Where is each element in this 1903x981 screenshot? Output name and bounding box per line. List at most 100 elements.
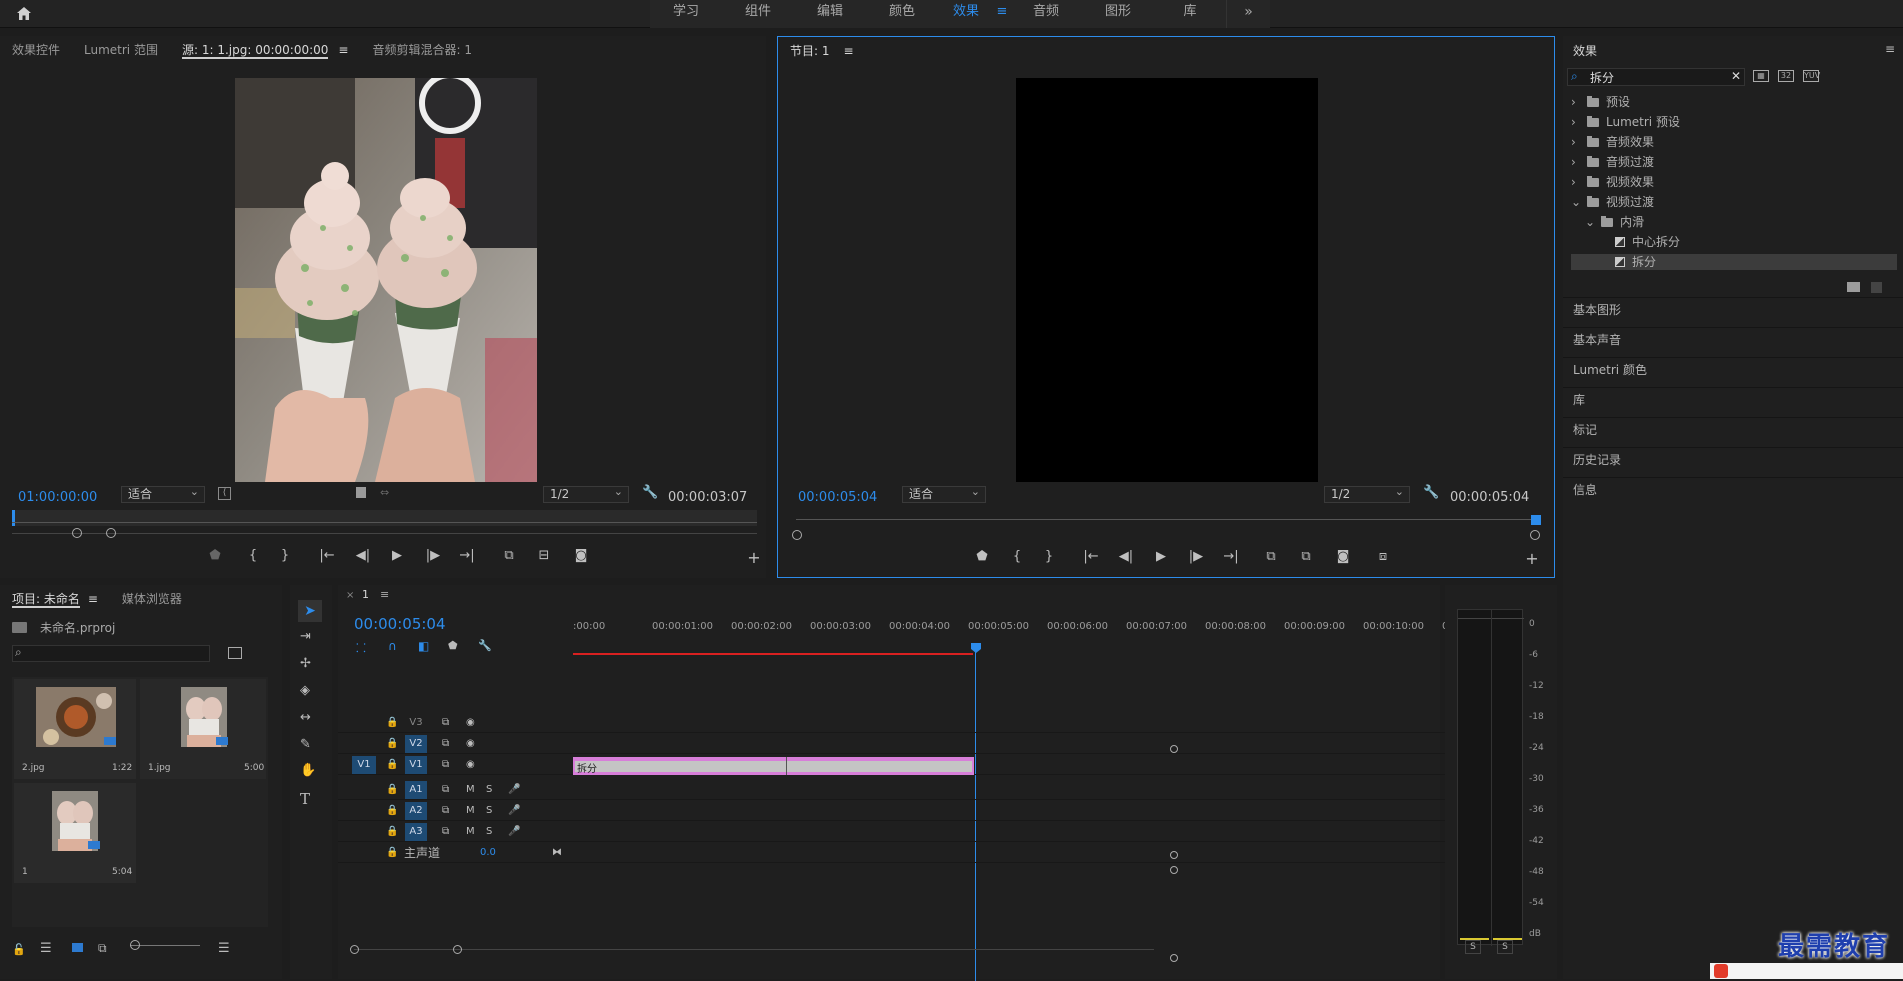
eye-icon[interactable]: ◉ xyxy=(466,713,475,733)
icon-view-icon[interactable] xyxy=(72,943,83,952)
project-item[interactable]: 1 5:04 xyxy=(14,783,136,883)
drag-video-icon[interactable]: ⇔ xyxy=(380,486,389,499)
program-menu-icon[interactable]: ≡ xyxy=(844,44,854,58)
source-playhead[interactable] xyxy=(12,510,15,526)
new-bin-icon[interactable] xyxy=(1847,282,1860,292)
source-time-ruler[interactable] xyxy=(12,510,757,526)
program-time-ruler[interactable] xyxy=(796,519,1534,520)
workspace-tab-audio[interactable]: 音频 xyxy=(1010,0,1082,28)
workspace-tab-libraries[interactable]: 库 xyxy=(1154,0,1226,28)
program-resolution-select[interactable]: 1/2 xyxy=(1324,484,1410,503)
insert-icon[interactable]: ⧉ xyxy=(500,548,518,564)
sync-lock-icon[interactable]: ⧉ xyxy=(442,822,449,842)
solo-right-button[interactable]: S xyxy=(1497,940,1513,954)
hand-tool-icon[interactable]: ✋ xyxy=(300,763,316,778)
sort-icon[interactable]: ☰ xyxy=(218,941,230,956)
track-label-a2[interactable]: A2 xyxy=(405,802,427,820)
time-ruler[interactable]: :00:00 00:00:01:00 00:00:02:00 00:00:03:00 0… xyxy=(573,621,1448,639)
wrench-icon[interactable]: 🔧 xyxy=(642,485,658,500)
timeline-menu-icon[interactable]: ≡ xyxy=(380,588,389,601)
mute-button[interactable]: M xyxy=(466,780,475,800)
lock-icon[interactable]: 🔒 xyxy=(386,755,398,775)
lift-icon[interactable]: ⧉ xyxy=(1262,549,1280,565)
workspace-tab-effects[interactable]: 效果 xyxy=(938,0,994,28)
slip-tool-icon[interactable]: ↔ xyxy=(300,710,311,725)
timeline-marker-icon[interactable]: ⬟ xyxy=(448,639,458,652)
mark-out-icon[interactable]: } xyxy=(276,548,294,564)
source-zoom-handle-left[interactable] xyxy=(72,528,82,538)
source-fit-select[interactable]: 适合 xyxy=(121,484,205,503)
master-volume-value[interactable]: 0.0 xyxy=(480,843,496,863)
play-icon[interactable]: ▶ xyxy=(388,548,406,564)
effects-tree-item[interactable]: 拆分 xyxy=(1571,254,1897,270)
lock-icon[interactable]: 🔒 xyxy=(386,780,398,800)
chevron-right-icon[interactable]: › xyxy=(1571,94,1587,110)
tab-program[interactable]: 节目: 1 ≡ xyxy=(778,37,866,65)
tab-effect-controls[interactable]: 效果控件 xyxy=(0,36,72,64)
lock-icon[interactable]: 🔒 xyxy=(386,843,398,863)
chevron-right-icon[interactable]: › xyxy=(1571,114,1587,130)
program-mark-out-icon[interactable]: } xyxy=(1040,549,1058,565)
program-button-editor-icon[interactable]: + xyxy=(1523,551,1541,567)
effects-tree-item[interactable]: › Lumetri 预设 xyxy=(1571,114,1897,130)
sync-lock-icon[interactable]: ⧉ xyxy=(442,755,449,775)
program-camera-icon[interactable]: ◙ xyxy=(1334,549,1352,565)
side-section[interactable]: 基本声音 xyxy=(1563,327,1903,352)
type-tool-icon[interactable]: T xyxy=(300,790,310,808)
linked-selection-icon[interactable]: ◧ xyxy=(418,639,429,653)
overwrite-icon[interactable]: ⊟ xyxy=(535,548,553,564)
list-view-icon[interactable]: ☰ xyxy=(40,941,52,956)
h-scrollbar[interactable] xyxy=(354,949,1154,950)
program-go-to-out-icon[interactable]: →| xyxy=(1222,549,1240,565)
program-go-to-in-icon[interactable]: |← xyxy=(1082,549,1100,565)
zoom-slider[interactable] xyxy=(130,945,200,946)
solo-button[interactable]: S xyxy=(486,780,492,800)
v-scroll-handle-audio[interactable] xyxy=(1170,866,1178,874)
step-back-icon[interactable]: ◀| xyxy=(354,548,372,564)
workspace-tab-editing[interactable]: 编辑 xyxy=(794,0,866,28)
step-forward-icon[interactable]: |▶ xyxy=(424,548,442,564)
effects-tree-item[interactable]: › 视频效果 xyxy=(1571,174,1897,190)
solo-button[interactable]: S xyxy=(486,801,492,821)
tab-audio-clip-mixer[interactable]: 音频剪辑混合器: 1 xyxy=(360,36,484,64)
accelerated-effects-icon[interactable]: ▦ xyxy=(1753,70,1769,82)
panel-menu-icon[interactable]: ≡ xyxy=(338,43,348,57)
razor-tool-icon[interactable]: ◈ xyxy=(300,683,310,698)
track-label-v2[interactable]: V2 xyxy=(405,735,427,753)
track-label-a1[interactable]: A1 xyxy=(405,781,427,799)
h-scroll-handle-right[interactable] xyxy=(453,945,462,954)
timeline-clip[interactable]: 拆分 xyxy=(573,757,974,775)
program-zoom-handle-left[interactable] xyxy=(792,530,802,540)
mute-button[interactable]: M xyxy=(466,801,475,821)
side-section[interactable]: 信息 xyxy=(1563,477,1903,502)
nest-icon[interactable]: ⸬ xyxy=(356,639,366,656)
workspace-tab-color[interactable]: 颜色 xyxy=(866,0,938,28)
program-play-icon[interactable]: ▶ xyxy=(1152,549,1170,565)
effects-search-box[interactable]: ⌕ ✕ xyxy=(1567,68,1745,86)
sync-lock-icon[interactable]: ⧉ xyxy=(442,713,449,733)
pen-tool-icon[interactable]: ✎ xyxy=(300,737,311,752)
go-to-in-icon[interactable]: |← xyxy=(318,548,336,564)
workspace-more-icon[interactable]: » xyxy=(1226,0,1270,28)
project-item[interactable]: 1.jpg 5:00 xyxy=(140,679,266,779)
solo-left-button[interactable]: S xyxy=(1465,940,1481,954)
chevron-right-icon[interactable]: › xyxy=(1571,134,1587,150)
sync-lock-icon[interactable]: ⧉ xyxy=(442,801,449,821)
lock-icon[interactable]: 🔒 xyxy=(386,734,398,754)
effects-tree-item[interactable]: › 音频效果 xyxy=(1571,134,1897,150)
selection-tool-icon[interactable]: ➤ xyxy=(298,600,322,622)
timeline-playhead-handle[interactable] xyxy=(971,643,981,653)
freeform-view-icon[interactable]: ⧉ xyxy=(98,941,107,956)
h-scroll-handle-left[interactable] xyxy=(350,945,359,954)
zoom-slider-handle[interactable] xyxy=(130,940,140,950)
source-resolution-select[interactable]: 1/2 xyxy=(543,484,629,503)
track-select-tool-icon[interactable]: ⇥ xyxy=(300,629,311,644)
lock-icon[interactable]: 🔒 xyxy=(386,713,398,733)
chevron-down-icon[interactable]: ⌄ xyxy=(1585,214,1601,230)
effects-tree-item[interactable]: 中心拆分 xyxy=(1571,234,1897,250)
camera-icon[interactable]: ◙ xyxy=(572,548,590,564)
effects-tree-item[interactable]: › 预设 xyxy=(1571,94,1897,110)
eye-icon[interactable]: ◉ xyxy=(466,755,475,775)
side-section[interactable]: Lumetri 颜色 xyxy=(1563,357,1903,382)
solo-button[interactable]: S xyxy=(486,822,492,842)
